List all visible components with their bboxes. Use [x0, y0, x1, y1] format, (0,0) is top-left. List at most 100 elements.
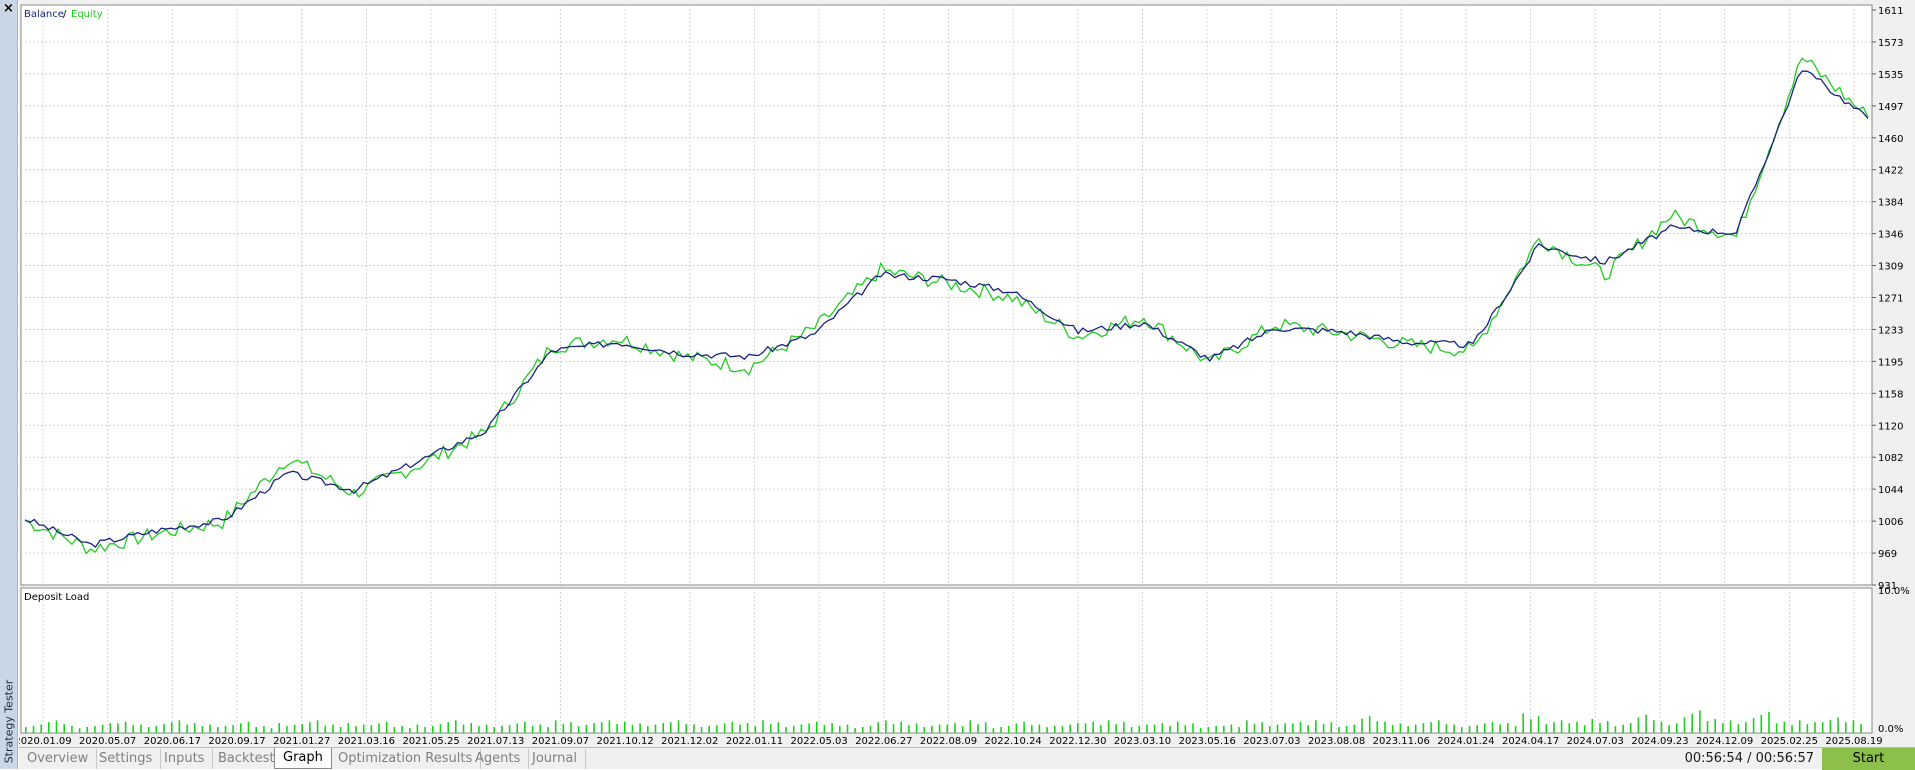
deposit-bar: [1176, 721, 1179, 733]
deposit-bar: [508, 725, 511, 733]
x-tick-label: 2022.06.27: [855, 736, 912, 747]
deposit-bar: [693, 724, 695, 733]
deposit-bar: [731, 721, 734, 733]
tester-tab-bar: Overview Settings Inputs Backtest Graph …: [19, 747, 1915, 770]
deposit-bar: [1714, 718, 1716, 733]
deposit-bar: [777, 722, 780, 733]
x-tick-label: 2024.09.23: [1631, 736, 1688, 747]
y-tick-label: 1271: [1878, 294, 1903, 305]
deposit-bar: [1414, 724, 1417, 733]
deposit-bar: [900, 721, 902, 733]
deposit-bar: [1676, 723, 1678, 733]
deposit-bar: [1499, 724, 1501, 733]
deposit-bar: [1683, 717, 1686, 733]
deposit-bar: [193, 723, 196, 733]
deposit-bar: [1637, 717, 1640, 733]
close-icon[interactable]: ×: [3, 2, 14, 15]
deposit-bar: [309, 722, 311, 733]
deposit-bar: [147, 727, 150, 733]
deposit-bar: [1138, 725, 1141, 733]
x-tick-label: 2020.09.17: [208, 736, 265, 747]
deposit-bar: [1069, 724, 1071, 733]
deposit-bar: [1000, 727, 1002, 733]
deposit-bar: [178, 720, 181, 733]
test-timer: 00:56:54 / 00:56:57: [1684, 751, 1814, 766]
deposit-bar: [1184, 725, 1187, 733]
deposit-bar: [593, 723, 595, 733]
graph-panel: 1611 1573 1535 1497 1460 1422 1384 1346 1309 1271…: [19, 0, 1915, 747]
deposit-bar: [1545, 724, 1548, 733]
deposit-bar: [885, 720, 887, 733]
deposit-bar: [1668, 725, 1670, 733]
deposit-bar: [869, 726, 872, 733]
y-tick-label: 1384: [1878, 198, 1903, 209]
deposit-bar: [1292, 723, 1294, 733]
x-tick-label: 2023.05.16: [1179, 736, 1236, 747]
x-tick-label: 2023.11.06: [1373, 736, 1430, 747]
deposit-bar: [677, 720, 680, 733]
tab-settings[interactable]: Settings: [91, 749, 162, 769]
deposit-bar: [1445, 724, 1448, 733]
deposit-bar: [1837, 717, 1839, 733]
deposit-plot-area: [20, 587, 1873, 734]
deposit-bar: [1576, 721, 1578, 733]
deposit-bar: [1706, 721, 1709, 733]
deposit-bar: [1768, 711, 1770, 733]
strategy-tester-title: Strategy Tester: [2, 679, 16, 764]
deposit-bar: [1192, 723, 1194, 733]
deposit-bar: [785, 727, 787, 733]
tab-journal[interactable]: Journal: [524, 749, 586, 769]
deposit-bar: [485, 724, 488, 733]
deposit-bar: [547, 727, 549, 733]
tab-agents[interactable]: Agents: [467, 749, 530, 769]
deposit-bar: [55, 720, 58, 733]
deposit-bar: [447, 722, 449, 733]
deposit-bar: [931, 725, 933, 733]
deposit-bar: [1330, 722, 1333, 733]
deposit-bar: [1522, 713, 1524, 733]
deposit-bar: [1760, 715, 1763, 733]
tab-overview[interactable]: Overview: [19, 749, 98, 769]
deposit-bar: [1353, 724, 1356, 733]
deposit-bar: [1745, 722, 1747, 733]
deposit-bar: [247, 721, 250, 733]
deposit-bar: [470, 723, 472, 733]
deposit-bar: [332, 724, 334, 733]
deposit-bar: [94, 726, 96, 733]
deposit-bar: [301, 724, 303, 733]
deposit-bar: [170, 722, 173, 733]
x-tick-label: 2022.05.03: [791, 736, 848, 747]
deposit-bar: [1845, 722, 1847, 733]
tab-backtest[interactable]: Backtest: [210, 749, 284, 769]
deposit-bar: [1215, 726, 1217, 733]
deposit-bar: [101, 724, 104, 733]
deposit-bar: [1261, 722, 1263, 733]
deposit-bar: [915, 723, 918, 733]
deposit-bar: [823, 725, 826, 733]
deposit-bar: [232, 725, 234, 733]
deposit-bar: [293, 724, 296, 733]
deposit-bar: [201, 726, 204, 733]
deposit-bar: [662, 723, 664, 733]
deposit-bar: [992, 728, 995, 733]
tab-graph[interactable]: Graph: [274, 748, 332, 769]
tab-optimization-results[interactable]: Optimization Results: [330, 749, 482, 769]
deposit-bar: [1269, 726, 1271, 733]
deposit-bar: [1015, 723, 1018, 733]
deposit-bar: [1775, 723, 1778, 733]
deposit-bar: [846, 724, 849, 733]
start-button[interactable]: Start: [1822, 748, 1915, 770]
deposit-bar: [501, 725, 503, 733]
deposit-bar: [155, 725, 158, 733]
tab-inputs[interactable]: Inputs: [156, 749, 214, 769]
x-tick-label: 2021.09.07: [532, 736, 589, 747]
deposit-bar: [685, 724, 687, 733]
deposit-bar: [186, 724, 188, 733]
deposit-bar: [1783, 721, 1786, 733]
deposit-bar: [1530, 719, 1532, 733]
deposit-bar: [739, 724, 741, 733]
deposit-bar: [984, 722, 987, 733]
deposit-bar: [1115, 724, 1117, 733]
deposit-bar: [862, 727, 864, 733]
deposit-bar: [163, 724, 165, 733]
